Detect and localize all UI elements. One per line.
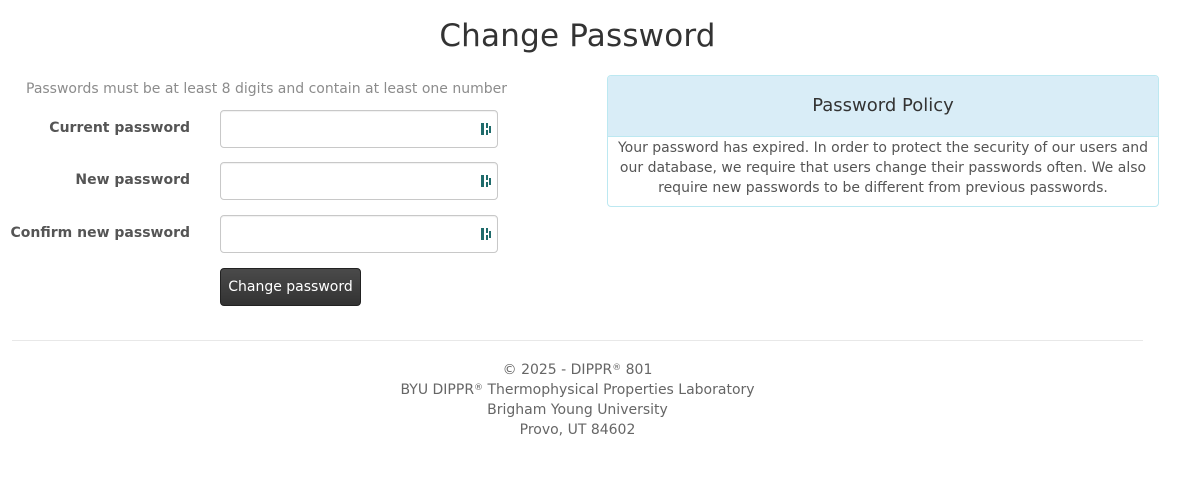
current-password-field-wrapper: [220, 110, 498, 148]
copyright-prefix: © 2025 - DIPPR: [502, 362, 613, 378]
confirm-password-field-wrapper: [220, 215, 498, 253]
lab-suffix: Thermophysical Properties Laboratory: [483, 382, 755, 398]
footer-address: Provo, UT 84602: [519, 422, 636, 438]
password-manager-icon[interactable]: [480, 227, 492, 241]
confirm-password-input[interactable]: [221, 216, 481, 250]
page-title: Change Password: [439, 18, 716, 54]
password-policy-panel: Password Policy Your password has expire…: [607, 75, 1159, 207]
new-password-row: New password: [0, 162, 560, 200]
current-password-input[interactable]: [221, 111, 481, 145]
current-password-label: Current password: [49, 120, 190, 136]
password-policy-heading: Password Policy: [608, 76, 1158, 137]
password-manager-icon[interactable]: [480, 174, 492, 188]
new-password-label: New password: [75, 172, 190, 188]
lab-prefix: BYU DIPPR: [400, 382, 475, 398]
new-password-input[interactable]: [221, 163, 481, 197]
change-password-button[interactable]: Change password: [220, 268, 361, 306]
confirm-password-label: Confirm new password: [10, 225, 190, 241]
change-password-page: Change Password Passwords must be at lea…: [0, 0, 1186, 478]
password-policy-body: Your password has expired. In order to p…: [617, 140, 1149, 196]
password-requirements-hint: Passwords must be at least 8 digits and …: [26, 81, 507, 97]
footer-divider: [12, 340, 1143, 341]
new-password-field-wrapper: [220, 162, 498, 200]
registered-mark: ®: [474, 383, 484, 393]
current-password-row: Current password: [0, 110, 560, 148]
password-manager-icon[interactable]: [480, 122, 492, 136]
footer-university: Brigham Young University: [487, 402, 668, 418]
copyright-suffix: 801: [621, 362, 653, 378]
footer-copyright: © 2025 - DIPPR® 801: [0, 360, 1155, 380]
footer-lab: BYU DIPPR® Thermophysical Properties Lab…: [0, 380, 1155, 400]
footer: © 2025 - DIPPR® 801 BYU DIPPR® Thermophy…: [0, 360, 1155, 440]
registered-mark: ®: [612, 363, 622, 373]
confirm-password-row: Confirm new password: [0, 215, 560, 253]
